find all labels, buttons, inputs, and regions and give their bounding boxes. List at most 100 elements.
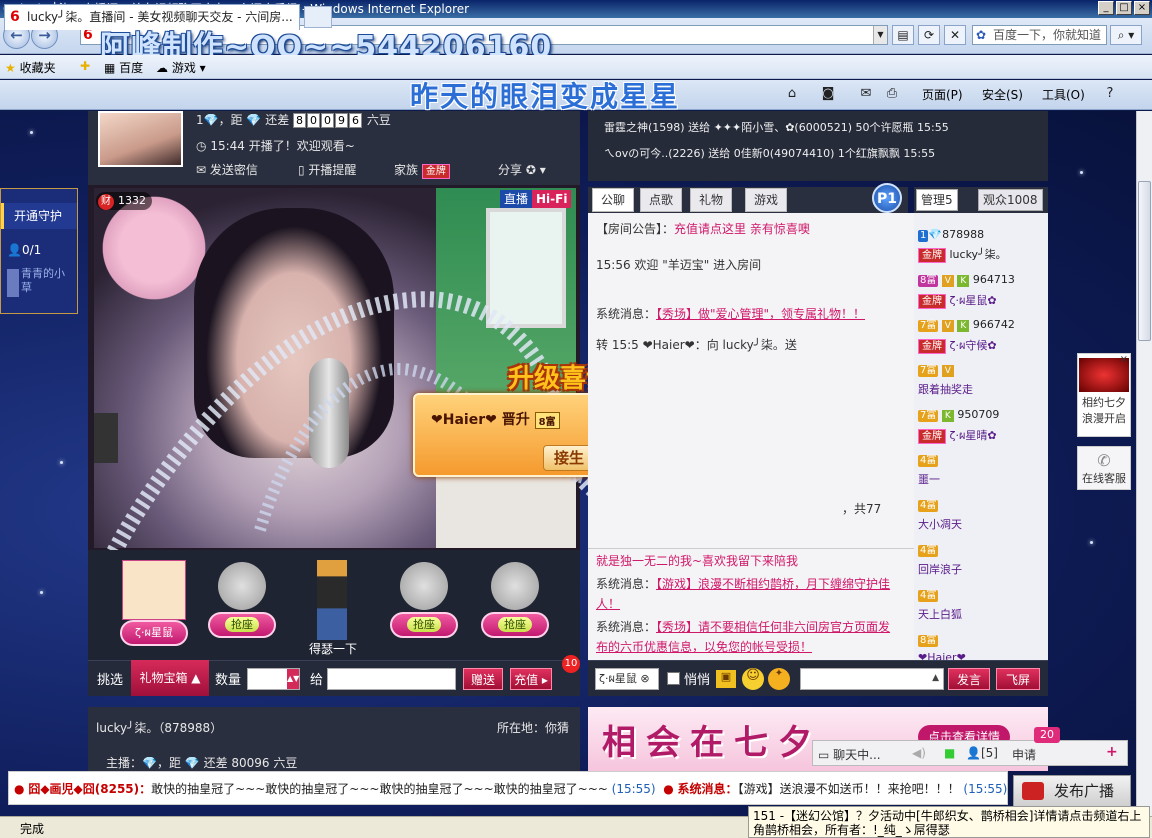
menu-page[interactable]: 页面(P)	[922, 86, 963, 103]
chat-history-dropdown-icon[interactable]: ▲	[932, 673, 939, 683]
gift-box-button[interactable]: 礼物宝箱 ▲	[131, 660, 209, 696]
volume-icon[interactable]: ◀)	[912, 746, 926, 760]
grab-seat-button[interactable]: 抢座	[481, 612, 549, 638]
favorites-label: 收藏夹	[19, 61, 56, 75]
minimize-button[interactable]: _	[1098, 1, 1114, 15]
channel-popup[interactable]: 151 -【迷幻公馆】？夕活动中[牛郎织女、鹊桥相会]详情请点击频道右上角鹊桥相…	[748, 806, 1150, 838]
user-item[interactable]: 1 💎878988	[918, 228, 984, 242]
quantity-input[interactable]: ▲▼	[247, 668, 300, 690]
chat-line-text: ❤Haier❤：向 lucky╯柒。送	[642, 338, 797, 352]
chat-message-input[interactable]: ▲	[800, 668, 944, 690]
fav-item-baidu[interactable]: ▦ 百度	[104, 59, 143, 76]
tab-games[interactable]: 游戏	[745, 188, 788, 212]
chat-target-select[interactable]: ζ·ผ星鼠 ⊗	[595, 668, 659, 690]
help-icon[interactable]: ?	[1102, 86, 1118, 102]
user-item[interactable]: 4富	[918, 588, 939, 602]
recipient-input[interactable]	[327, 668, 456, 690]
home-icon[interactable]: ⌂	[784, 86, 800, 102]
user-item[interactable]: 4富	[918, 498, 939, 512]
apply-button[interactable]: 申请	[1012, 746, 1036, 763]
scrollbar-thumb[interactable]	[1138, 181, 1151, 341]
chat-line-text[interactable]: 【秀场】做"爱心管理"，领专属礼物！！	[656, 307, 865, 321]
favorites-button[interactable]: ★ 收藏夹	[5, 59, 56, 76]
broadcast-user[interactable]: 囧◆画児◆囧(8255)：	[28, 782, 151, 796]
expand-plus-icon[interactable]: +	[1106, 744, 1118, 760]
tab-gifts[interactable]: 礼物	[690, 188, 733, 212]
new-tab-button[interactable]	[304, 6, 332, 28]
maximize-button[interactable]: □	[1116, 1, 1132, 15]
tab-public-chat[interactable]: 公聊	[592, 188, 635, 212]
user-item[interactable]: 8富 V K 964713	[918, 273, 1015, 287]
user-item[interactable]: 4富	[918, 543, 939, 557]
user-item[interactable]: 金牌 ζ·ผ守候✿	[918, 336, 997, 354]
recharge-button[interactable]: 充值 ▸	[510, 668, 552, 690]
user-item[interactable]: 7富 K 950709	[918, 408, 999, 422]
address-dropdown-icon[interactable]: ▼	[873, 26, 887, 44]
user-item[interactable]: 7富 V K 966742	[918, 318, 1015, 332]
search-input[interactable]: ✿ 百度一下，你就知道	[972, 25, 1107, 45]
emoji-icon[interactable]: ☺	[742, 668, 764, 690]
close-window-button[interactable]: ×	[1134, 1, 1150, 15]
tab-active[interactable]: 6 lucky╯柒。直播间 - 美女视频聊天交友 - 六间房...	[4, 4, 300, 30]
host-avatar[interactable]	[98, 111, 183, 167]
share-link[interactable]: 分享 ✪ ▾	[498, 161, 546, 178]
send-message-link[interactable]: ✉ 发送密信	[196, 161, 258, 178]
give-gift-button[interactable]: 赠送	[463, 668, 503, 690]
fly-screen-button[interactable]: 飞屏	[996, 668, 1040, 690]
pick-gift-label[interactable]: 挑选	[97, 669, 123, 688]
tab-managers[interactable]: 管理5	[916, 189, 958, 211]
people-count[interactable]: 👤[5]	[966, 746, 998, 760]
user-item[interactable]: 金牌 ζ·ผ星晴✿	[918, 426, 997, 444]
live-remind-link[interactable]: ▯ 开播提醒	[298, 161, 356, 178]
guard-user[interactable]: 青青的小草	[7, 267, 73, 307]
live-video[interactable]	[94, 188, 576, 548]
user-item[interactable]: 4富	[918, 453, 939, 467]
user-item[interactable]: 大小凋天	[918, 516, 962, 532]
tab-request-song[interactable]: 点歌	[640, 188, 683, 212]
compat-view-button[interactable]: ▤	[892, 25, 914, 45]
print-icon[interactable]: ⎙	[884, 86, 900, 102]
user-item[interactable]: 8富	[918, 633, 939, 647]
mic-seat[interactable]: ζ·ผ星鼠	[116, 560, 192, 654]
user-badge: 金牌	[918, 248, 946, 263]
user-item[interactable]: 天上白狐	[918, 606, 962, 622]
send-chat-button[interactable]: 发言	[948, 668, 990, 690]
chatting-status[interactable]: ▭ 聊天中...	[818, 746, 881, 763]
user-item[interactable]: 7富 V	[918, 363, 954, 377]
user-item[interactable]: 金牌 ζ·ผ星鼠✿	[918, 291, 997, 309]
add-favorite-icon[interactable]: ✚	[80, 59, 90, 73]
refresh-button[interactable]: ⟳	[918, 25, 940, 45]
feeds-icon[interactable]: ◙	[820, 86, 836, 102]
user-item[interactable]: 噩一	[918, 471, 940, 487]
menu-safety[interactable]: 安全(S)	[982, 86, 1023, 103]
vip-emoji-icon[interactable]: ✦	[768, 668, 790, 690]
online-service-button[interactable]: ✆ 在线客服	[1077, 446, 1131, 490]
chat-line-text[interactable]: 充值请点这里 亲有惊喜噢	[674, 222, 810, 236]
family-link[interactable]: 家族 金牌	[394, 161, 450, 179]
mic-seat[interactable]: 得瑟一下	[295, 560, 371, 656]
page-scrollbar[interactable]	[1136, 111, 1152, 816]
stop-button[interactable]: ✕	[944, 25, 966, 45]
grab-seat-button[interactable]: 抢座	[208, 612, 276, 638]
photo-icon[interactable]: ▣	[716, 670, 736, 688]
user-item[interactable]: 跟着抽奖走	[918, 381, 973, 397]
close-ad-icon[interactable]: ×	[1120, 354, 1128, 365]
menu-tools[interactable]: 工具(O)	[1042, 86, 1085, 103]
tab-audience[interactable]: 观众1008	[978, 189, 1043, 211]
fav-item-games[interactable]: ☁ 游戏 ▾	[156, 59, 206, 76]
user-item[interactable]: 金牌 lucky╯柒。	[918, 246, 1007, 263]
grab-seat-button[interactable]: 抢座	[390, 612, 458, 638]
open-guard-button[interactable]: 开通守护	[1, 203, 77, 229]
publish-broadcast-button[interactable]: 发布广播	[1013, 775, 1131, 807]
side-ad[interactable]: × 相约七夕浪漫开启	[1077, 353, 1131, 437]
search-placeholder: 百度一下，你就知道	[993, 28, 1102, 42]
search-button[interactable]: ⌕ ▾	[1110, 25, 1142, 45]
whisper-checkbox[interactable]	[667, 672, 680, 685]
mic-seat[interactable]: 抢座	[204, 560, 280, 654]
p1-icon[interactable]: P1	[872, 183, 902, 213]
mic-seat[interactable]: 抢座	[386, 560, 462, 654]
mail-icon[interactable]: ✉	[858, 86, 874, 102]
user-item[interactable]: 回岸浪子	[918, 561, 962, 577]
quantity-dropdown-icon[interactable]: ▲▼	[287, 669, 299, 689]
mic-seat[interactable]: 抢座	[477, 560, 553, 654]
